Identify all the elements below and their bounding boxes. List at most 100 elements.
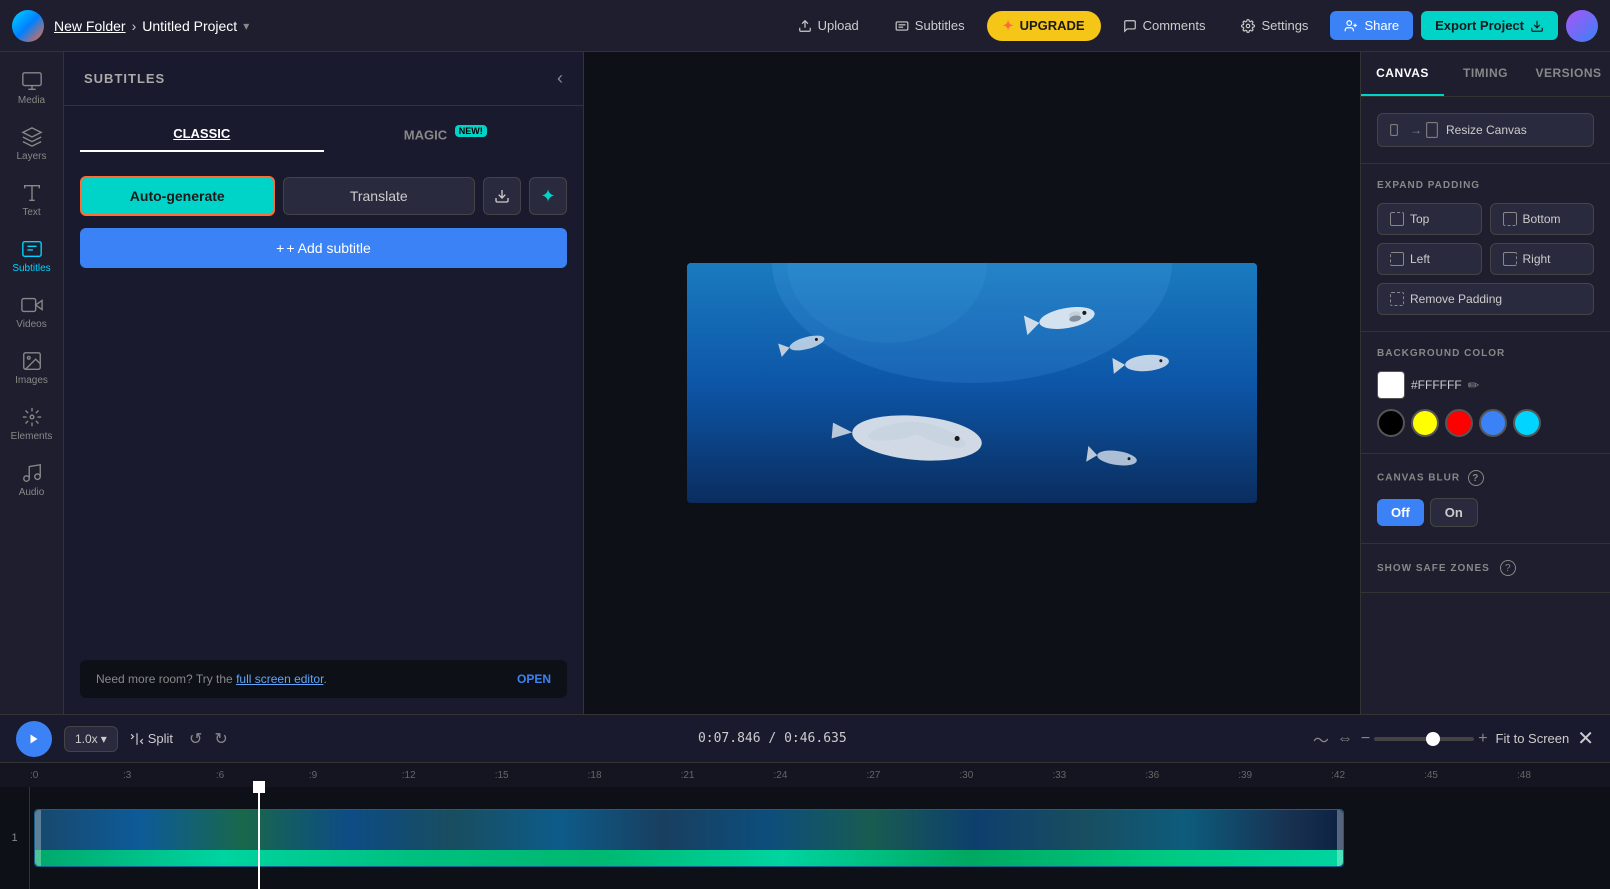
- sidebar-item-text[interactable]: Text: [0, 172, 63, 228]
- sidebar-item-layers[interactable]: Layers: [0, 116, 63, 172]
- ruler-mark-4: :12: [402, 770, 495, 781]
- breadcrumb-folder[interactable]: New Folder: [54, 18, 126, 34]
- sidebar-item-videos[interactable]: Videos: [0, 284, 63, 340]
- ruler-mark-3: :9: [309, 770, 402, 781]
- fit-screen-button[interactable]: Fit to Screen: [1496, 731, 1570, 746]
- track-number-1: 1: [0, 787, 30, 889]
- ruler-mark-6: :18: [588, 770, 681, 781]
- expand-left-button[interactable]: Left: [1377, 243, 1482, 275]
- autogenerate-button[interactable]: Auto-generate: [80, 176, 275, 216]
- panel-close-button[interactable]: ‹: [557, 68, 563, 89]
- canvas-area: [584, 52, 1360, 714]
- expand-bottom-button[interactable]: Bottom: [1490, 203, 1595, 235]
- magic-icon: ✦: [540, 186, 555, 207]
- ruler-mark-14: :42: [1331, 770, 1424, 781]
- redo-button[interactable]: ↻: [210, 725, 231, 753]
- right-tabs: CANVAS TIMING VERSIONS: [1361, 52, 1610, 97]
- audio-icon: [21, 462, 43, 484]
- export-button[interactable]: Export Project: [1421, 11, 1558, 40]
- subtitles-button[interactable]: Subtitles: [881, 11, 979, 40]
- add-subtitle-button[interactable]: + + Add subtitle: [80, 228, 567, 268]
- resize-to-icon: [1426, 122, 1438, 138]
- subtitles-sidebar-icon: [21, 238, 43, 260]
- tab-versions[interactable]: VERSIONS: [1527, 52, 1610, 96]
- share-button[interactable]: Share: [1330, 11, 1413, 40]
- breadcrumb: New Folder › Untitled Project ▾: [54, 18, 249, 34]
- upload-icon: [798, 19, 812, 33]
- share-icon: [1344, 19, 1358, 33]
- expand-top-button[interactable]: Top: [1377, 203, 1482, 235]
- resize-canvas-button[interactable]: → Resize Canvas: [1377, 113, 1594, 147]
- sidebar-item-media[interactable]: Media: [0, 60, 63, 116]
- blur-info-icon[interactable]: ?: [1468, 470, 1484, 486]
- resize-from-icon: [1390, 124, 1406, 136]
- color-input-row: #FFFFFF ✏: [1377, 371, 1594, 399]
- safe-zones-row: SHOW SAFE ZONES ?: [1377, 560, 1594, 576]
- upgrade-button[interactable]: ✦ UPGRADE: [987, 11, 1101, 41]
- import-subtitle-button[interactable]: [483, 177, 521, 215]
- video-preview: [687, 263, 1257, 503]
- zoom-out-button[interactable]: −: [1361, 730, 1370, 748]
- zoom-in-button[interactable]: +: [1478, 730, 1487, 748]
- split-icon: [130, 732, 144, 746]
- remove-padding-button[interactable]: Remove Padding: [1377, 283, 1594, 315]
- magic-button[interactable]: ✦: [529, 177, 567, 215]
- play-button[interactable]: [16, 721, 52, 757]
- topbar: New Folder › Untitled Project ▾ Upload S…: [0, 0, 1610, 52]
- comments-button[interactable]: Comments: [1109, 11, 1220, 40]
- tab-canvas[interactable]: CANVAS: [1361, 52, 1444, 96]
- ruler-mark-1: :3: [123, 770, 216, 781]
- speed-button[interactable]: 1.0x ▾: [64, 726, 118, 752]
- color-swatch-black[interactable]: [1377, 409, 1405, 437]
- zoom-slider[interactable]: [1374, 737, 1474, 741]
- layers-icon: [21, 126, 43, 148]
- right-panel: CANVAS TIMING VERSIONS → Resize Canvas E…: [1360, 52, 1610, 714]
- blur-off-button[interactable]: Off: [1377, 499, 1424, 526]
- arrows-icon: ⇔: [1337, 730, 1353, 748]
- tab-classic[interactable]: CLASSIC: [80, 118, 324, 152]
- edit-color-button[interactable]: ✏: [1468, 377, 1480, 394]
- color-swatch-cyan[interactable]: [1513, 409, 1541, 437]
- sidebar-item-elements[interactable]: Elements: [0, 396, 63, 452]
- color-swatch-blue[interactable]: [1479, 409, 1507, 437]
- elements-icon: [21, 406, 43, 428]
- sidebar-item-images[interactable]: Images: [0, 340, 63, 396]
- breadcrumb-chevron[interactable]: ▾: [243, 19, 249, 33]
- sidebar-item-subtitles[interactable]: Subtitles: [0, 228, 63, 284]
- timeline-body: 1: [0, 787, 1610, 889]
- timeline: 1.0x ▾ Split ↺ ↻ 0:07.846 / 0:46.635 〜 ⇔…: [0, 714, 1610, 889]
- undo-button[interactable]: ↺: [185, 725, 206, 753]
- expand-bottom-icon: [1503, 212, 1517, 226]
- color-swatches: [1377, 409, 1594, 437]
- clip-left-handle[interactable]: [35, 810, 41, 866]
- timeline-ruler: :0 :3 :6 :9 :12 :15 :18 :21 :24 :27 :30 …: [0, 763, 1610, 787]
- waveform-icon: 〜: [1313, 727, 1329, 751]
- upload-button[interactable]: Upload: [784, 11, 873, 40]
- expand-padding-section: EXPAND PADDING Top Bottom Left Right: [1361, 164, 1610, 332]
- add-icon: +: [276, 240, 284, 256]
- expand-right-button[interactable]: Right: [1490, 243, 1595, 275]
- ruler-mark-12: :36: [1145, 770, 1238, 781]
- safe-zones-info-icon[interactable]: ?: [1500, 560, 1516, 576]
- split-button[interactable]: Split: [130, 731, 173, 746]
- color-swatch-red[interactable]: [1445, 409, 1473, 437]
- color-swatch-yellow[interactable]: [1411, 409, 1439, 437]
- clip-right-handle[interactable]: [1337, 810, 1343, 866]
- comments-icon: [1123, 19, 1137, 33]
- blur-on-button[interactable]: On: [1430, 498, 1478, 527]
- sidebar-icons: Media Layers Text Subtitles Videos Image…: [0, 52, 64, 714]
- settings-button[interactable]: Settings: [1227, 11, 1322, 40]
- sidebar-item-audio[interactable]: Audio: [0, 452, 63, 508]
- open-editor-button[interactable]: OPEN: [517, 672, 551, 686]
- video-clip[interactable]: [34, 809, 1344, 867]
- close-timeline-button[interactable]: ✕: [1577, 726, 1594, 751]
- safe-zones-section: SHOW SAFE ZONES ?: [1361, 544, 1610, 593]
- tab-magic[interactable]: MAGIC NEW!: [324, 118, 568, 152]
- avatar[interactable]: [1566, 10, 1598, 42]
- translate-button[interactable]: Translate: [283, 177, 476, 215]
- ruler-mark-2: :6: [216, 770, 309, 781]
- fullscreen-editor-link[interactable]: full screen editor: [236, 672, 323, 686]
- tab-timing[interactable]: TIMING: [1444, 52, 1527, 96]
- export-icon: [1530, 19, 1544, 33]
- playhead: [258, 787, 260, 889]
